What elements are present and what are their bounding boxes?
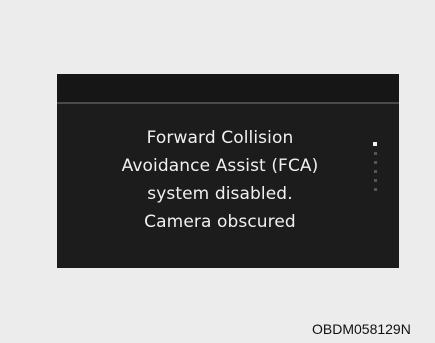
display-top-bar xyxy=(57,74,399,102)
page-dot-active xyxy=(373,142,377,146)
page-dot xyxy=(374,152,377,155)
page-dot xyxy=(374,170,377,173)
cluster-display: Forward Collision Avoidance Assist (FCA)… xyxy=(57,74,399,268)
display-divider xyxy=(57,102,399,104)
message-line-3: system disabled. xyxy=(147,184,293,204)
page-dot xyxy=(374,161,377,164)
message-line-1: Forward Collision xyxy=(146,128,294,148)
figure-code: OBDM058129N xyxy=(312,321,411,337)
page-dot xyxy=(374,188,377,191)
page-dot xyxy=(374,179,377,182)
message-line-4: Camera obscured xyxy=(144,212,296,232)
message-line-2: Avoidance Assist (FCA) xyxy=(121,156,319,176)
warning-message: Forward Collision Avoidance Assist (FCA)… xyxy=(77,124,363,236)
page-indicator xyxy=(373,142,379,197)
figure-canvas: Forward Collision Avoidance Assist (FCA)… xyxy=(0,0,435,343)
